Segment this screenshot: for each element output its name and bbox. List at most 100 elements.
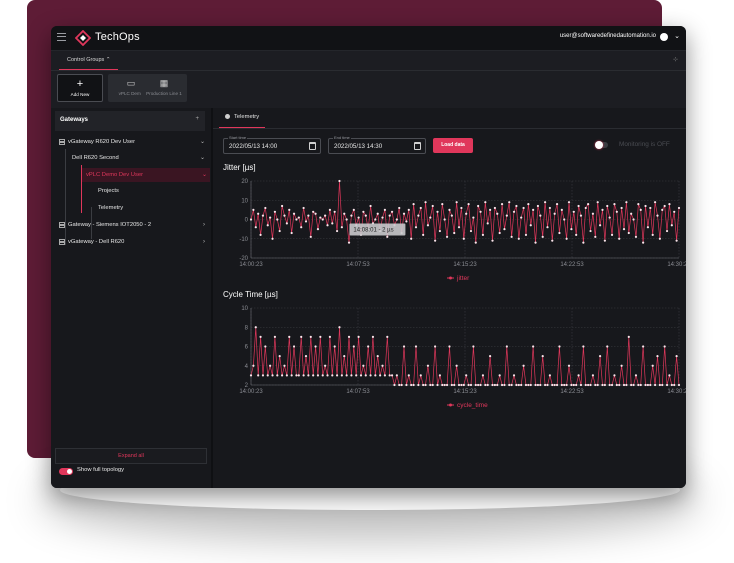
data-point [584,383,587,387]
data-point [615,383,618,387]
data-point [316,374,320,377]
add-new-label: Add New [70,92,90,97]
tree-item-telemetry[interactable]: Telemetry [98,201,198,215]
data-point [441,203,444,206]
data-point [534,241,537,244]
data-point [601,383,604,387]
legend-label[interactable]: cycle_time [457,402,488,409]
user-avatar-icon[interactable] [660,33,668,41]
tree-item-dell-r620-second[interactable]: Dell R620 Second ⌄ [72,151,205,165]
add-gateway-icon[interactable]: + [195,116,199,122]
data-point [603,239,606,242]
show-topology-toggle[interactable] [59,468,73,475]
data-point [259,335,262,338]
data-point [292,212,296,215]
data-point [426,224,430,227]
data-point [555,383,559,387]
data-point [355,374,358,377]
data-point [462,237,465,240]
data-point [529,224,532,227]
data-point [675,355,678,358]
tree-item-vgateway-r620-dev-user[interactable]: vGateway R620 Dev User ⌄ [59,135,205,149]
data-point [347,241,351,244]
start-time-label: Start time [228,135,248,140]
data-point [606,204,609,208]
data-point [379,374,382,377]
chevron-down-icon[interactable]: ⌄ [674,32,680,40]
data-point [544,383,547,387]
menu-icon[interactable] [57,33,66,41]
tab-bar: Telemetry [213,108,686,129]
chevron-down-icon[interactable]: ⌄ [202,168,207,182]
calendar-icon[interactable] [414,142,421,150]
x-tick-label: 14:15:23 [453,389,477,395]
data-point [443,383,446,387]
data-point [670,383,673,387]
data-point [567,364,571,367]
tab-telemetry[interactable]: Telemetry [219,108,266,128]
data-point [448,345,451,348]
tree-item-projects[interactable]: Projects [98,184,198,198]
calendar-icon[interactable] [309,142,316,150]
data-point [481,374,485,377]
start-time-field[interactable]: Start time 2022/05/13 14:00 [223,135,321,154]
gateway-icon [59,139,65,145]
data-point [429,216,432,219]
data-point [285,222,288,225]
data-point [491,383,494,387]
pin-icon[interactable]: ⊹ [673,56,678,63]
gateways-header: Gateways + [55,111,205,131]
data-point [304,355,308,358]
data-point [340,226,343,229]
data-point [450,383,453,387]
chevron-right-icon[interactable]: › [203,235,205,249]
tree-item-gateway-siemens-iot2050[interactable]: Gateway - Siemens IOT2050 - 2 › [59,218,205,232]
data-point [637,203,640,206]
data-point [610,383,614,387]
data-point [331,222,334,225]
data-point [359,374,363,377]
data-point [584,206,587,210]
data-point [300,335,303,338]
chevron-down-icon[interactable]: ⌄ [200,151,205,165]
user-email[interactable]: user@softwaredefinedautomation.io [560,33,656,39]
tree-item-vplc-demo-dev-user[interactable]: vPLC Demo Dev User ⌄ [82,168,210,182]
data-point [522,364,525,367]
legend-label[interactable]: jitter [456,275,470,282]
load-data-button[interactable]: Load data [433,138,473,153]
data-point [524,383,528,387]
data-point [596,383,599,387]
data-point [412,383,415,387]
device-production-line-1[interactable]: ▦ Production Line 1 [141,74,187,102]
end-time-value: 2022/05/13 14:30 [334,143,383,150]
data-point [288,335,291,338]
end-time-field[interactable]: End time 2022/05/13 14:30 [328,135,426,154]
chevron-down-icon[interactable]: ⌄ [200,135,205,149]
tree-item-vgateway-dell-r620[interactable]: vGateway - Dell R620 › [59,235,205,249]
data-point [570,228,573,231]
data-point [551,239,554,242]
data-point [350,374,353,377]
data-point [269,364,272,367]
data-point [259,233,262,236]
add-new-button[interactable]: + Add New [57,74,103,102]
data-point [343,355,346,358]
end-time-label: End time [333,135,351,140]
expand-all-button[interactable]: Expand all [55,448,207,464]
data-point [591,212,595,215]
data-point [371,335,375,338]
data-point [453,231,456,235]
data-point [307,214,310,217]
data-point [362,210,365,213]
data-point [634,374,638,377]
data-point [491,239,494,242]
monitoring-toggle[interactable] [595,141,608,149]
chevron-right-icon[interactable]: › [203,218,205,232]
control-groups-tab[interactable]: Control Groups ⌃ [59,51,119,70]
data-point [539,383,542,387]
data-point [656,355,659,358]
data-point [477,204,480,208]
data-point [577,374,580,377]
y-tick-label: 10 [241,198,248,204]
data-point [376,355,379,358]
